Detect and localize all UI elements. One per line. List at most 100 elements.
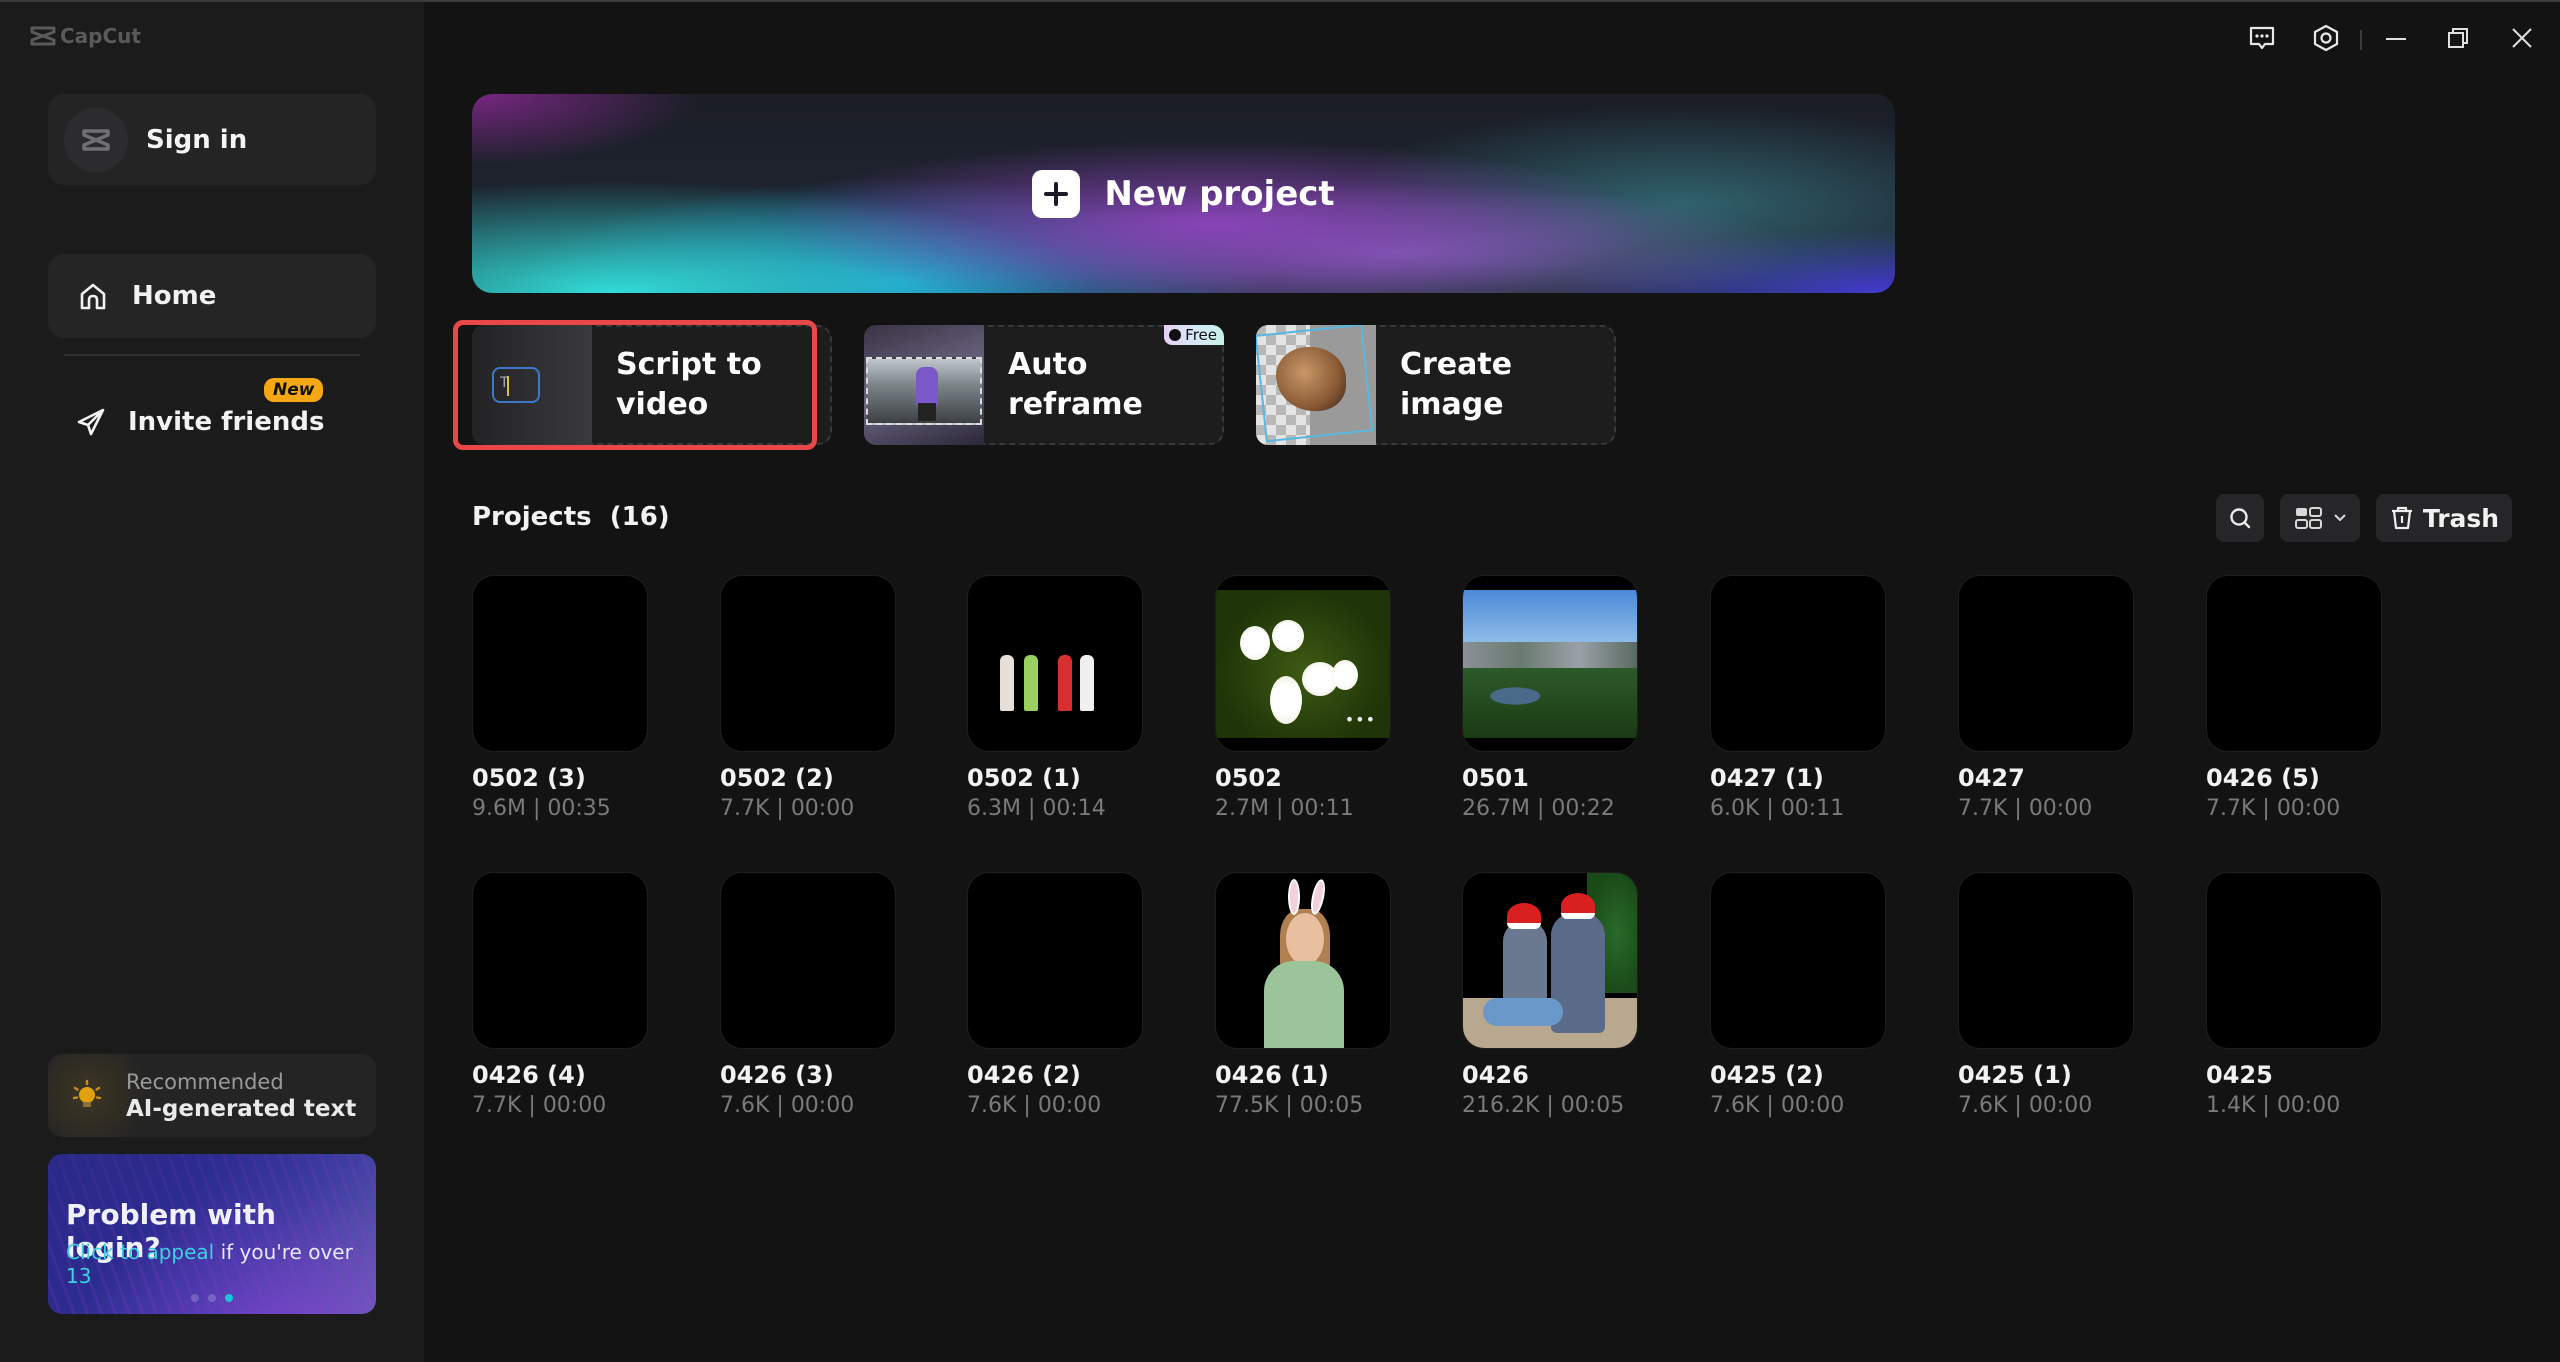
project-meta: 26.7M | 00:22 [1462, 796, 1615, 821]
close-icon [2512, 28, 2532, 48]
project-tile[interactable]: 0426 (5) 7.7K | 00:00 [2206, 575, 2386, 821]
clock-icon [1169, 329, 1182, 341]
project-meta: 216.2K | 00:05 [1462, 1093, 1625, 1118]
sidebar-divider [64, 354, 360, 356]
project-name: 0502 (1) [967, 764, 1081, 792]
project-tile[interactable]: 0426 (1) 77.5K | 00:05 [1215, 872, 1395, 1118]
tool-label: video [616, 387, 709, 422]
project-tile[interactable]: 0502 (1) 6.3M | 00:14 [967, 575, 1147, 821]
project-name: 0426 (5) [2206, 764, 2320, 792]
recommended-card[interactable]: Recommended AI-generated text [48, 1054, 376, 1137]
trash-icon [2391, 506, 2412, 530]
carousel-dot[interactable] [208, 1294, 216, 1302]
auto-reframe-card[interactable]: Auto reframe Free [864, 325, 1224, 445]
restore-button[interactable] [2440, 20, 2476, 56]
plus-icon [1032, 169, 1081, 218]
project-thumbnail [1462, 872, 1638, 1049]
create-image-card[interactable]: Create image [1256, 325, 1616, 445]
appeal-link[interactable]: Click to appeal [66, 1240, 214, 1264]
project-name: 0426 (4) [472, 1061, 586, 1089]
carousel-dot-active[interactable] [225, 1294, 233, 1302]
titlebar-separator [2360, 30, 2362, 50]
project-tile[interactable]: 0502 (2) 7.7K | 00:00 [720, 575, 900, 821]
more-icon[interactable]: ••• [1345, 710, 1376, 729]
project-name: 0427 (1) [1710, 764, 1824, 792]
project-name: 0426 (2) [967, 1061, 1081, 1089]
projects-title: Projects [472, 502, 592, 532]
project-tile[interactable]: 0501 26.7M | 00:22 [1462, 575, 1642, 821]
project-tile[interactable]: 0426 (2) 7.6K | 00:00 [967, 872, 1147, 1118]
promo-text-end: 13 [66, 1264, 92, 1288]
project-tile[interactable]: 0426 (4) 7.7K | 00:00 [472, 872, 652, 1118]
project-meta: 7.6K | 00:00 [967, 1093, 1102, 1118]
paper-plane-icon [77, 408, 105, 436]
sidebar-item-home[interactable]: Home [48, 254, 376, 338]
project-thumbnail [967, 872, 1143, 1049]
project-meta: 7.6K | 00:00 [1710, 1093, 1845, 1118]
new-project-button[interactable]: New project [472, 94, 1895, 293]
trash-button[interactable]: Trash [2376, 494, 2512, 542]
sidebar: CapCut Sign in Home Invite friends New R… [0, 2, 424, 1362]
app-name: CapCut [60, 24, 141, 48]
project-meta: 7.6K | 00:00 [720, 1093, 855, 1118]
login-problem-banner[interactable]: Problem with login? Click to appeal if y… [48, 1154, 376, 1314]
project-tile[interactable]: 0426 216.2K | 00:05 [1462, 872, 1642, 1118]
auto-reframe-thumbnail [864, 325, 984, 445]
view-mode-dropdown[interactable] [2280, 494, 2360, 542]
recommended-title: AI-generated text [126, 1095, 357, 1122]
project-thumbnail [1462, 575, 1638, 752]
settings-button[interactable] [2308, 20, 2344, 56]
project-name: 0502 [1215, 764, 1282, 792]
settings-icon [2313, 24, 2339, 52]
grid-view-icon [2295, 507, 2322, 529]
project-thumbnail [2206, 872, 2382, 1049]
sidebar-item-label: Home [132, 281, 217, 311]
project-name: 0502 (2) [720, 764, 834, 792]
project-meta: 7.7K | 00:00 [1958, 796, 2093, 821]
capcut-logo-icon [30, 26, 56, 46]
sidebar-item-label: Invite friends [128, 407, 325, 437]
project-tile[interactable]: 0427 7.7K | 00:00 [1958, 575, 2138, 821]
chevron-down-icon [2334, 514, 2346, 522]
avatar [64, 107, 128, 172]
tool-label: image [1400, 387, 1504, 422]
search-projects-button[interactable] [2216, 494, 2264, 542]
project-tile[interactable]: 0425 (2) 7.6K | 00:00 [1710, 872, 1890, 1118]
carousel-dots [48, 1294, 376, 1302]
feedback-icon [2249, 26, 2275, 50]
project-thumbnail [472, 575, 648, 752]
project-tile[interactable]: 0502 (3) 9.6M | 00:35 [472, 575, 652, 821]
feedback-button[interactable] [2244, 20, 2280, 56]
project-name: 0502 (3) [472, 764, 586, 792]
sidebar-item-invite-friends[interactable]: Invite friends New [48, 374, 376, 454]
promo-text-middle: if you're over [214, 1240, 353, 1264]
project-meta: 6.0K | 00:11 [1710, 796, 1845, 821]
project-thumbnail [967, 575, 1143, 752]
project-meta: 7.7K | 00:00 [472, 1093, 607, 1118]
project-tile[interactable]: ••• 0502 2.7M | 00:11 [1215, 575, 1395, 821]
project-thumbnail: ••• [1215, 575, 1391, 752]
new-badge: New [264, 378, 324, 402]
sign-in-button[interactable]: Sign in [48, 94, 376, 185]
project-name: 0426 [1462, 1061, 1529, 1089]
project-tile[interactable]: 0425 (1) 7.6K | 00:00 [1958, 872, 2138, 1118]
lightbulb-icon [72, 1079, 102, 1107]
free-badge-label: Free [1185, 326, 1217, 344]
project-thumbnail [1958, 872, 2134, 1049]
project-tile[interactable]: 0427 (1) 6.0K | 00:11 [1710, 575, 1890, 821]
project-meta: 6.3M | 00:14 [967, 796, 1106, 821]
carousel-dot[interactable] [191, 1294, 199, 1302]
minimize-button[interactable] [2378, 20, 2414, 56]
close-button[interactable] [2504, 20, 2540, 56]
sign-in-label: Sign in [146, 124, 248, 155]
app-logo: CapCut [30, 24, 141, 48]
project-thumbnail [1710, 872, 1886, 1049]
script-to-video-card[interactable]: T Script to video [472, 325, 832, 445]
capcut-window: CapCut Sign in Home Invite friends New R… [0, 0, 2560, 1362]
project-meta: 7.7K | 00:00 [2206, 796, 2341, 821]
project-tile[interactable]: 0425 1.4K | 00:00 [2206, 872, 2386, 1118]
search-icon [2230, 508, 2251, 529]
project-meta: 7.6K | 00:00 [1958, 1093, 2093, 1118]
project-thumbnail [2206, 575, 2382, 752]
project-tile[interactable]: 0426 (3) 7.6K | 00:00 [720, 872, 900, 1118]
